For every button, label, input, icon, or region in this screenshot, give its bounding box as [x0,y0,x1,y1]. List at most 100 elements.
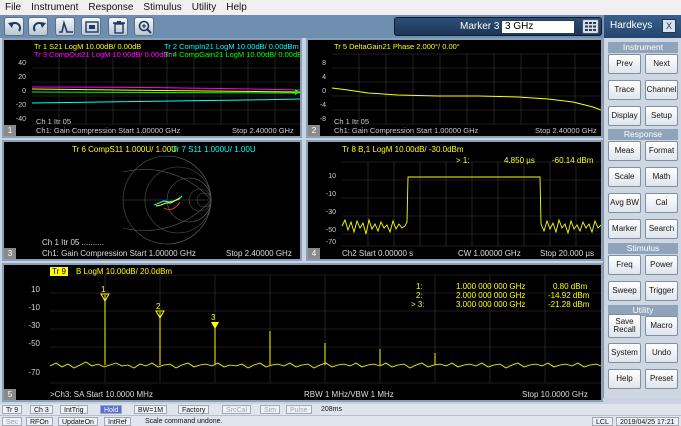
delete-button[interactable] [108,17,128,36]
macro-button[interactable]: Macro [645,316,678,336]
window-number: 4 [308,248,320,259]
status-bw[interactable]: BW=1M [134,405,168,414]
preset-button[interactable]: Preset [645,369,678,389]
marker-label: Marker 3 [460,21,500,32]
magnifier-icon [138,20,152,34]
trace-9-tag[interactable]: Tr 9 [50,267,68,276]
menu-stimulus[interactable]: Stimulus [138,2,186,13]
footer-cw[interactable]: CW 1.00000 GHz [458,249,521,258]
status-int-ref[interactable]: IntRef [104,417,131,426]
save-button[interactable] [81,17,101,36]
marker-3-tag: 3 [211,313,216,322]
window-number: 2 [308,125,320,136]
channel-window-5[interactable]: Tr 9 B LogM 10.00dB/ 20.0dBm 1 2 3 1: 1.… [2,263,603,402]
footer-stop[interactable]: Stop 2.40000 GHz [535,126,597,135]
marker-value-input[interactable]: 3 GHz [501,20,575,34]
channel-window-4[interactable]: Tr 8 B,1 LogM 10.00dB/ -30.0dBm > 1: 4.8… [306,140,603,261]
undo-button[interactable] [4,17,24,36]
channel-window-3[interactable]: Tr 6 CompS11 1.000U/ 1.00U Tr 7 S11 1.00… [2,140,302,261]
trace-button[interactable]: Trace [608,80,641,100]
cal-button[interactable]: Cal [645,193,678,213]
ytick: -70 [28,368,40,377]
status-update-on[interactable]: UpdateOn [58,417,98,426]
footer-rbw[interactable]: RBW 1 MHz/VBW 1 MHz [304,390,394,399]
channel-window-2[interactable]: Tr 5 DeltaGain21 Phase 2.000°/ 0.00° 8 4… [306,38,603,138]
math-button[interactable]: Math [645,167,678,187]
status-bar-bottom: Sec RFOn UpdateOn IntRef Scale command u… [0,415,681,426]
ytick: 40 [18,60,26,67]
status-pulse[interactable]: Pulse [286,405,312,414]
system-button[interactable]: System [608,343,641,363]
menu-response[interactable]: Response [83,2,138,13]
trace-3-label[interactable]: Tr 3 CompOut21 LogM 10.00dB/ 0.00dBm [34,50,175,59]
channel-button[interactable]: Channel [645,80,678,100]
trash-icon [113,21,125,34]
display-button[interactable]: Display [608,106,641,126]
trace-6-label[interactable]: Tr 6 CompS11 1.000U/ 1.00U [72,145,177,154]
redo-icon [33,22,46,32]
trace-7-label[interactable]: Tr 7 S11 1.000U/ 1.00U [172,145,256,154]
footer-stop[interactable]: Stop 2.40000 GHz [226,249,292,258]
status-rf-on[interactable]: RFOn [26,417,53,426]
status-sim[interactable]: Sim [260,405,281,414]
status-trace[interactable]: Tr 9 [2,405,23,414]
footer-stop[interactable]: Stop 2.40000 GHz [232,126,294,135]
trace-8-label[interactable]: Tr 8 B,1 LogM 10.00dB/ -30.0dBm [342,145,464,154]
sweep-button[interactable]: Sweep [608,281,641,301]
menu-file[interactable]: File [0,2,26,13]
marker-row-value: -14.92 dBm [548,291,590,300]
trace-9-label[interactable]: B LogM 10.00dB/ 20.0dBm [76,267,172,276]
save-recall-button[interactable]: Save Recall [608,314,641,338]
prev-button[interactable]: Prev [608,54,641,74]
hardkeys-panel: Hardkeys X Instrument Prev Next Trace Ch… [603,15,681,398]
redo-button[interactable] [28,17,48,36]
avg-bw-button[interactable]: Avg BW [608,193,641,213]
marker-active: > 1: [456,156,470,165]
close-button[interactable]: X [662,19,676,33]
status-hold[interactable]: Hold [100,405,123,414]
preset-button[interactable] [55,17,75,36]
scale-button[interactable]: Scale [608,167,641,187]
help-button[interactable]: Help [608,369,641,389]
meas-button[interactable]: Meas [608,141,641,161]
format-button[interactable]: Format [645,141,678,161]
trace-4-label[interactable]: Tr 4 CompGain21 LogM 10.00dB/ 0.00dB [164,50,300,59]
footer-start[interactable]: >Ch3: SA Start 10.0000 MHz [50,390,153,399]
ytick: -70 [325,239,336,246]
footer-start[interactable]: Ch2 Start 0.00000 s [342,249,413,258]
save-recall-line2: Recall [613,325,636,334]
freq-button[interactable]: Freq [608,255,641,275]
status-factory[interactable]: Factory [178,405,210,414]
zoom-button[interactable] [134,17,154,36]
footer-stop[interactable]: Stop 20.000 µs [540,249,594,258]
status-trigger[interactable]: IntTrig [60,405,88,414]
menu-instrument[interactable]: Instrument [26,2,83,13]
ytick: -10 [28,303,40,312]
footer-start[interactable]: Ch1: Gain Compression Start 1.00000 GHz [334,126,478,135]
keypad-button[interactable] [582,19,599,34]
next-button[interactable]: Next [645,54,678,74]
marker-button[interactable]: Marker [608,219,641,239]
trace-5-label[interactable]: Tr 5 DeltaGain21 Phase 2.000°/ 0.00° [334,42,460,51]
grid [342,161,601,247]
undo-button[interactable]: Undo [645,343,678,363]
save-icon [85,21,99,33]
channel-window-1[interactable]: Tr 1 S21 LogM 10.00dB/ 0.00dB Tr 2 CompI… [2,38,302,138]
setup-button[interactable]: Setup [645,106,678,126]
status-srccal[interactable]: SrcCal [222,405,252,414]
status-channel[interactable]: Ch 3 [30,405,53,414]
menu-help[interactable]: Help [221,2,252,13]
section-response: Response [608,129,678,140]
window-number: 5 [4,389,16,400]
footer-start[interactable]: Ch1: Gain Compression Start 1.00000 GHz [36,126,180,135]
ytick: -50 [325,227,336,234]
footer-stop[interactable]: Stop 10.0000 GHz [522,390,588,399]
footer-start[interactable]: Ch1: Gain Compression Start 1.00000 GHz [42,249,196,258]
menu-utility[interactable]: Utility [187,2,221,13]
trigger-button[interactable]: Trigger [645,281,678,301]
marker-row-freq: 3.000 000 000 GHz [456,300,526,309]
marker-row-id: > 3: [411,300,425,309]
power-button[interactable]: Power [645,255,678,275]
search-button[interactable]: Search [645,219,678,239]
section-stimulus: Stimulus [608,243,678,254]
